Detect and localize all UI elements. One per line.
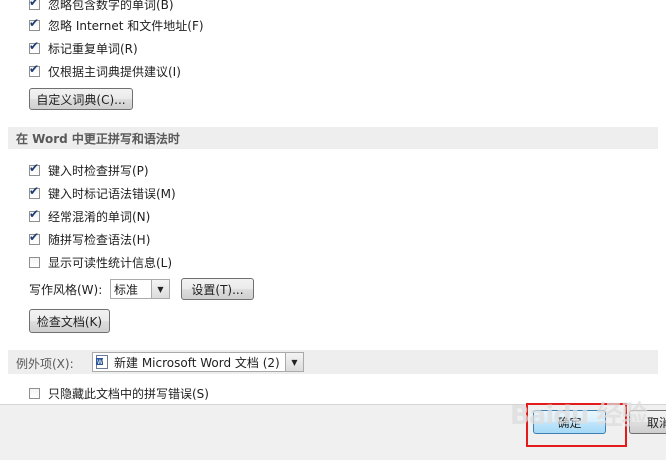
chevron-down-icon[interactable]: ▼ (151, 280, 169, 298)
section-header-word: 在 Word 中更正拼写和语法时 (8, 127, 658, 149)
option-mark-grammar[interactable]: ✔ 键入时标记语法错误(M) (29, 184, 176, 202)
exceptions-label: 例外项(X): (16, 357, 74, 371)
watermark-logo: Baidu 经验 (510, 401, 647, 431)
option-hide-spelling-errors[interactable]: 只隐藏此文档中的拼写错误(S) (29, 384, 209, 402)
option-label: 键入时检查拼写(P) (48, 163, 149, 178)
option-label: 仅根据主词典提供建议(I) (48, 64, 181, 79)
exceptions-document-select[interactable]: W 新建 Microsoft Word 文档 (2) ▼ (92, 352, 304, 372)
option-check-spelling[interactable]: ✔ 键入时检查拼写(P) (29, 161, 149, 179)
custom-dictionaries-button[interactable]: 自定义词典(C)... (29, 88, 133, 110)
checkbox[interactable] (29, 256, 40, 268)
checkmark-icon: ✔ (29, 183, 40, 198)
option-main-dictionary[interactable]: ✔ 仅根据主词典提供建议(I) (29, 62, 181, 80)
option-readability[interactable]: 显示可读性统计信息(L) (29, 253, 172, 271)
writing-style-label: 写作风格(W): (29, 283, 103, 297)
word-document-icon: W (96, 355, 108, 369)
exceptions-document-name: 新建 Microsoft Word 文档 (2) (114, 355, 280, 370)
checkbox[interactable] (29, 387, 40, 399)
option-check-grammar[interactable]: ✔ 随拼写检查语法(H) (29, 230, 150, 248)
option-ignore-internet[interactable]: ✔ 忽略 Internet 和文件地址(F) (29, 16, 204, 34)
checkbox[interactable]: ✔ (29, 0, 40, 10)
checkmark-icon: ✔ (29, 0, 40, 9)
writing-style-select[interactable]: 标准 ▼ (110, 279, 170, 299)
option-label: 经常混淆的单词(N) (48, 209, 151, 224)
checkbox[interactable]: ✔ (29, 206, 40, 222)
option-ignore-numbers[interactable]: ✔ 忽略包含数字的单词(B) (29, 0, 174, 13)
option-label: 只隐藏此文档中的拼写错误(S) (48, 386, 209, 401)
checkmark-icon: ✔ (29, 15, 40, 30)
option-label: 标记重复单词(R) (48, 41, 138, 56)
svg-text:W: W (97, 359, 103, 366)
option-label: 随拼写检查语法(H) (48, 232, 151, 247)
writing-style-value: 标准 (114, 282, 139, 297)
checkbox[interactable]: ✔ (29, 61, 40, 77)
check-document-button[interactable]: 检查文档(K) (29, 309, 110, 333)
checkmark-icon: ✔ (29, 160, 40, 175)
settings-button[interactable]: 设置(T)... (181, 278, 254, 300)
checkbox[interactable]: ✔ (29, 229, 40, 245)
checkmark-icon: ✔ (29, 229, 40, 244)
checkmark-icon: ✔ (29, 61, 40, 76)
checkbox[interactable]: ✔ (29, 183, 40, 199)
checkbox[interactable]: ✔ (29, 15, 40, 31)
option-confused-words[interactable]: ✔ 经常混淆的单词(N) (29, 207, 150, 225)
checkmark-icon: ✔ (29, 38, 40, 53)
chevron-down-icon[interactable]: ▼ (285, 353, 303, 371)
option-label: 显示可读性统计信息(L) (48, 255, 173, 270)
checkbox[interactable]: ✔ (29, 160, 40, 176)
option-label: 忽略 Internet 和文件地址(F) (48, 18, 204, 33)
option-label: 忽略包含数字的单词(B) (48, 0, 174, 12)
checkmark-icon: ✔ (29, 206, 40, 221)
checkbox[interactable]: ✔ (29, 38, 40, 54)
option-label: 键入时标记语法错误(M) (48, 186, 176, 201)
option-flag-repeated[interactable]: ✔ 标记重复单词(R) (29, 39, 138, 57)
